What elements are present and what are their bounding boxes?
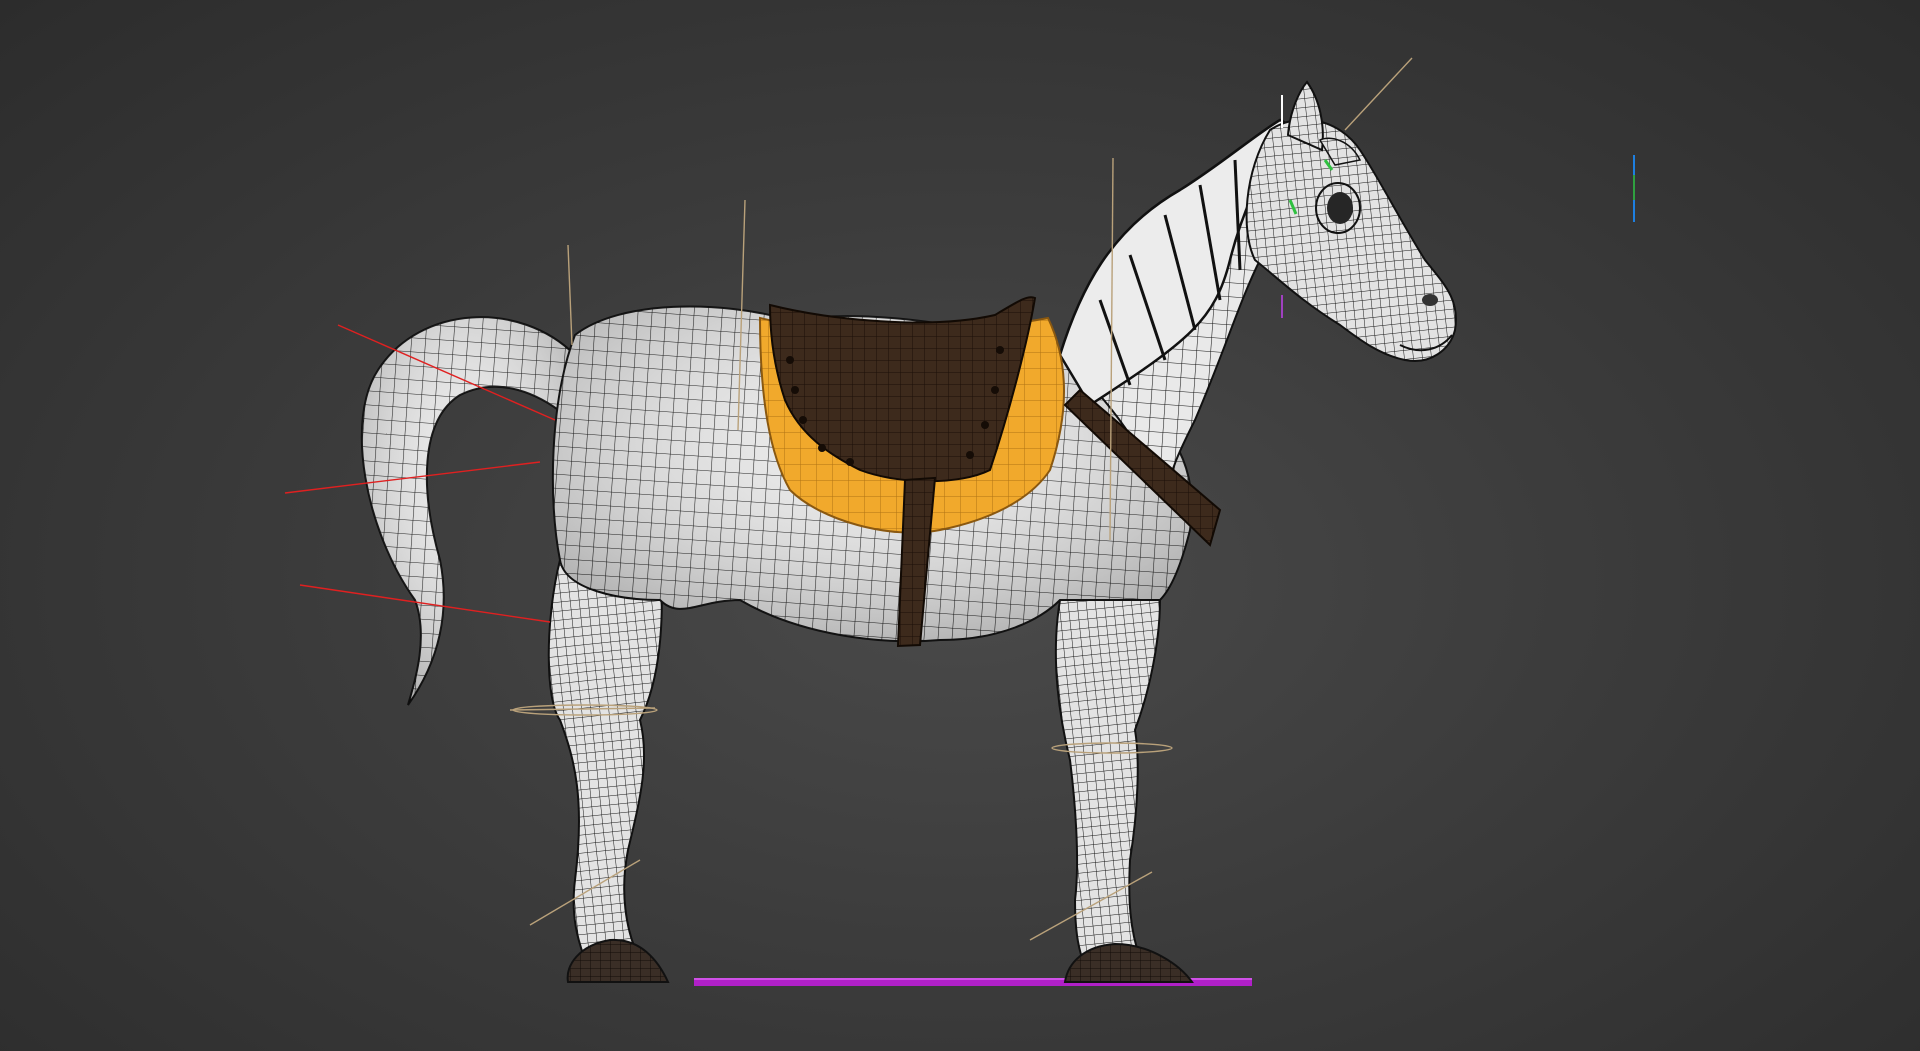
horse-nostril	[1422, 294, 1438, 306]
horse-tail[interactable]	[360, 316, 577, 706]
scene-canvas[interactable]	[0, 0, 1920, 1051]
3d-viewport[interactable]	[0, 0, 1920, 1051]
horse-hind-leg[interactable]	[547, 559, 663, 961]
horse-front-leg[interactable]	[1054, 599, 1162, 959]
